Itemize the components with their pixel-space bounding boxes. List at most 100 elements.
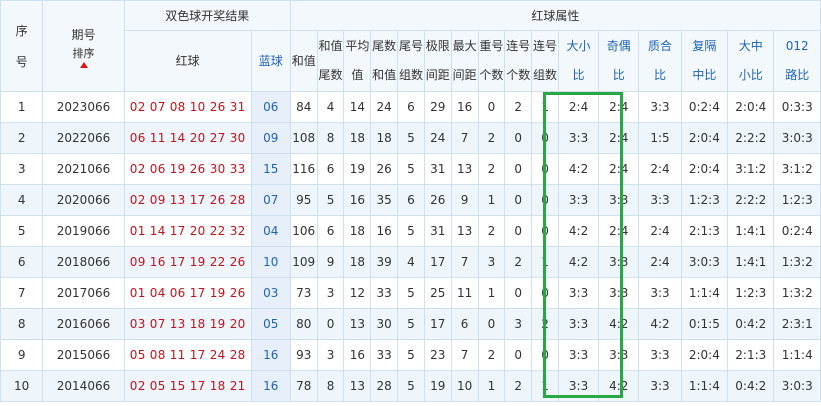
row-consec-groups: 0 (531, 184, 559, 216)
row-max-span: 6 (450, 308, 479, 340)
row-repeat-count: 1 (477, 184, 506, 216)
row-big-mid-small: 2:1:3 (727, 339, 775, 371)
row-route-012: 1:3:2 (773, 277, 821, 309)
table-row: 6 2018066 09 16 17 19 22 26 10 109 9 18 39 4 17 7 3… (0, 246, 821, 278)
row-odd-even: 2:4 (598, 122, 640, 154)
row-serial: 9 (0, 339, 44, 371)
row-route-012: 1:2:3 (773, 184, 821, 216)
row-max-span: 7 (450, 122, 479, 154)
row-route-012: 1:1:4 (773, 339, 821, 371)
row-repeat-gap-mid: 2:1:3 (680, 215, 729, 247)
row-odd-even: 2:4 (598, 91, 640, 123)
sort-up-arrow-icon[interactable] (79, 62, 88, 68)
col-header-consec-groups: 连号 组数 (531, 30, 559, 92)
row-repeat-gap-mid: 2:0:4 (680, 122, 729, 154)
row-consec-count: 0 (504, 339, 533, 371)
row-extreme-span: 17 (423, 308, 452, 340)
row-serial: 6 (0, 246, 44, 278)
row-sum-tail: 6 (316, 215, 345, 247)
row-route-012: 0:3:3 (773, 91, 821, 123)
col-header-tail-sum: 尾数 和值 (370, 30, 399, 92)
row-serial: 5 (0, 215, 44, 247)
row-blue-ball: 16 (250, 339, 291, 371)
row-tail-sum: 18 (370, 122, 399, 154)
row-consec-count: 0 (504, 215, 533, 247)
row-extreme-span: 31 (423, 215, 452, 247)
row-repeat-count: 2 (477, 215, 506, 247)
row-repeat-gap-mid: 1:1:4 (680, 370, 729, 402)
row-red-balls: 02 07 08 10 26 31 (123, 91, 252, 123)
row-serial: 8 (0, 308, 44, 340)
row-prime-composite: 3:3 (638, 91, 682, 123)
row-repeat-gap-mid: 3:0:3 (680, 246, 729, 278)
row-issue: 2023066 (42, 91, 125, 123)
row-issue: 2022066 (42, 122, 125, 154)
row-big-small: 2:4 (557, 91, 600, 123)
row-red-balls: 05 08 11 17 24 28 (123, 339, 252, 371)
table-body: 1 2023066 02 07 08 10 26 31 06 84 4 14 24 6 29 16 0… (0, 91, 821, 402)
row-sum: 80 (289, 308, 318, 340)
row-sum: 95 (289, 184, 318, 216)
row-extreme-span: 26 (423, 184, 452, 216)
row-consec-groups: 2 (531, 308, 559, 340)
row-sum: 93 (289, 339, 318, 371)
row-big-mid-small: 0:4:2 (727, 370, 775, 402)
row-odd-even: 4:2 (598, 370, 640, 402)
row-red-balls: 02 05 15 17 18 21 (123, 370, 252, 402)
row-consec-count: 0 (504, 122, 533, 154)
row-tail-groups: 5 (397, 153, 425, 185)
table-row: 10 2014066 02 05 15 17 18 21 16 78 8 13 28 5 19 10… (0, 370, 821, 402)
row-red-balls: 06 11 14 20 27 30 (123, 122, 252, 154)
row-tail-groups: 5 (397, 215, 425, 247)
row-sum-tail: 8 (316, 122, 345, 154)
row-big-small: 3:3 (557, 370, 600, 402)
col-header-average: 平均值 (343, 30, 372, 92)
row-max-span: 10 (450, 370, 479, 402)
row-average: 18 (343, 215, 372, 247)
row-consec-groups: 0 (531, 153, 559, 185)
col-header-issue[interactable]: 期号 排序 (42, 0, 125, 92)
row-extreme-span: 29 (423, 91, 452, 123)
row-serial: 2 (0, 122, 44, 154)
row-red-balls: 03 07 13 18 19 20 (123, 308, 252, 340)
col-header-repeat-count: 重号 个数 (477, 30, 506, 92)
row-sum-tail: 6 (316, 153, 345, 185)
col-header-serial: 序号 (0, 0, 44, 92)
row-odd-even: 3:3 (598, 277, 640, 309)
col-header-repeat-gap-mid: 复隔 中比 (680, 30, 729, 92)
row-average: 14 (343, 91, 372, 123)
row-tail-groups: 5 (397, 122, 425, 154)
row-serial: 10 (0, 370, 44, 402)
row-sum-tail: 3 (316, 277, 345, 309)
table-row: 7 2017066 01 04 06 17 19 26 03 73 3 12 33 5 25 11 1… (0, 277, 821, 309)
col-header-sum: 和值 (289, 30, 318, 92)
table-row: 1 2023066 02 07 08 10 26 31 06 84 4 14 24 6 29 16 0… (0, 91, 821, 123)
row-blue-ball: 15 (250, 153, 291, 185)
row-tail-groups: 4 (397, 246, 425, 278)
row-consec-count: 2 (504, 91, 533, 123)
row-tail-sum: 26 (370, 153, 399, 185)
row-odd-even: 3:3 (598, 246, 640, 278)
lottery-table: 序号 期号 排序 双色球开奖结果 红球属性 红球 蓝球 和值 和值尾数 平均值 (0, 0, 821, 402)
col-header-tail-groups: 尾号 组数 (397, 30, 425, 92)
row-sum-tail: 0 (316, 308, 345, 340)
row-issue: 2018066 (42, 246, 125, 278)
row-serial: 7 (0, 277, 44, 309)
sort-control[interactable]: 排序 (73, 48, 95, 68)
row-route-012: 3:0:3 (773, 370, 821, 402)
row-max-span: 7 (450, 246, 479, 278)
row-tail-groups: 6 (397, 91, 425, 123)
row-issue: 2021066 (42, 153, 125, 185)
col-header-odd-even: 奇偶比 (598, 30, 640, 92)
row-consec-count: 0 (504, 277, 533, 309)
row-average: 18 (343, 246, 372, 278)
row-route-012: 1:3:2 (773, 246, 821, 278)
row-tail-sum: 16 (370, 215, 399, 247)
row-red-balls: 02 06 19 26 30 33 (123, 153, 252, 185)
row-big-mid-small: 2:2:2 (727, 184, 775, 216)
row-issue: 2019066 (42, 215, 125, 247)
row-consec-count: 2 (504, 370, 533, 402)
row-extreme-span: 19 (423, 370, 452, 402)
row-average: 19 (343, 153, 372, 185)
row-big-small: 3:3 (557, 122, 600, 154)
